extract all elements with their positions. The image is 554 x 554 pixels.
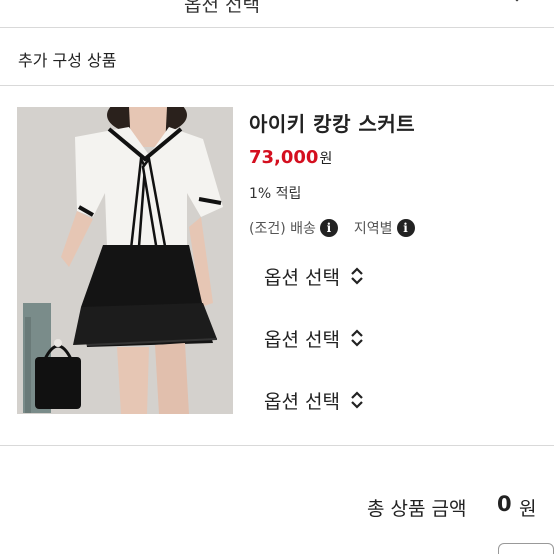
total-price-unit: 원 — [519, 498, 537, 520]
option-select-label: 옵션 선택 — [264, 266, 340, 289]
price-unit: 원 — [319, 151, 333, 167]
option-select-top-label: 옵션 선택 — [184, 0, 260, 16]
region-label: 지역별 — [353, 221, 393, 237]
reward-points: 1% 적립 — [249, 186, 302, 202]
total-price-amount: 0 — [497, 492, 512, 516]
product-price: 73,000원 — [249, 147, 332, 169]
option-select-label: 옵션 선택 — [264, 328, 340, 351]
option-select-top[interactable]: 옵션 선택 — [0, 0, 554, 28]
total-price-section: 총 상품 금액 0 원 — [0, 446, 554, 554]
option-select[interactable]: 옵션 선택 — [264, 325, 364, 351]
price-value: 73,000 — [249, 147, 319, 168]
shipping-info: (조건) 배송 i 지역별 i — [249, 218, 415, 238]
shipping-label: (조건) 배송 — [249, 221, 316, 237]
option-select-label: 옵션 선택 — [264, 390, 340, 413]
updown-chevron-icon — [351, 329, 363, 347]
product-name[interactable]: 아이키 캉캉 스커트 — [249, 108, 415, 137]
bottom-button[interactable] — [498, 543, 554, 554]
chevron-down-icon — [515, 0, 519, 2]
section-title: 추가 구성 상품 — [18, 51, 117, 70]
total-price-label: 총 상품 금액 — [367, 498, 467, 520]
option-select[interactable]: 옵션 선택 — [264, 387, 364, 413]
updown-chevron-icon — [351, 391, 363, 409]
product-image[interactable] — [17, 107, 233, 414]
product-photo-illustration — [17, 107, 233, 414]
option-select[interactable]: 옵션 선택 — [264, 263, 364, 289]
info-icon[interactable]: i — [396, 219, 415, 237]
updown-chevron-icon — [351, 267, 363, 285]
section-header: 추가 구성 상품 — [0, 28, 554, 86]
info-icon[interactable]: i — [319, 219, 338, 237]
additional-product-item: 아이키 캉캉 스커트 73,000원 1% 적립 (조건) 배송 i 지역별 i… — [0, 86, 554, 446]
